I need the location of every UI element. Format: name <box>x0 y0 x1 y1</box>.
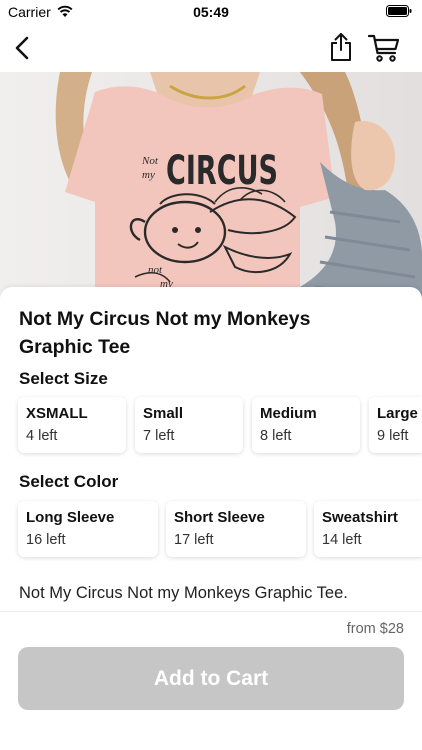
product-image[interactable]: Not my CIRCUS not my <box>0 72 422 312</box>
battery-icon <box>386 5 412 17</box>
size-option-name: Medium <box>260 405 317 422</box>
color-option-stock: 16 left <box>26 532 66 548</box>
product-title: Not My Circus Not my Monkeys Graphic Tee <box>19 308 311 358</box>
share-icon <box>331 33 351 61</box>
size-option-stock: 7 left <box>143 428 175 444</box>
size-option-stock: 9 left <box>377 428 409 444</box>
size-option-large[interactable]: Large 9 left <box>369 397 422 453</box>
svg-text:CIRCUS: CIRCUS <box>166 148 278 194</box>
status-time: 05:49 <box>193 4 229 20</box>
price-label: from $28 <box>346 621 404 637</box>
add-to-cart-button[interactable]: Add to Cart <box>18 647 404 710</box>
size-option-xsmall[interactable]: XSMALL 4 left <box>18 397 126 453</box>
back-button[interactable] <box>6 32 38 64</box>
color-option-sweatshirt[interactable]: Sweatshirt 14 left <box>314 501 422 557</box>
color-option-name: Sweatshirt <box>322 509 398 526</box>
size-option-name: Small <box>143 405 184 422</box>
select-color-heading: Select Color <box>19 472 119 491</box>
product-description: Not My Circus Not my Monkeys Graphic Tee… <box>19 584 348 602</box>
size-option-small[interactable]: Small 7 left <box>135 397 243 453</box>
nav-bar <box>0 24 422 72</box>
color-option-name: Short Sleeve <box>174 509 265 526</box>
cart-icon <box>368 34 400 62</box>
color-option-short-sleeve[interactable]: Short Sleeve 17 left <box>166 501 306 557</box>
size-option-medium[interactable]: Medium 8 left <box>252 397 360 453</box>
color-option-stock: 14 left <box>322 532 362 548</box>
select-size-heading: Select Size <box>19 369 108 388</box>
size-option-name: Large <box>377 405 418 422</box>
chevron-left-icon <box>15 36 29 60</box>
color-option-long-sleeve[interactable]: Long Sleeve 16 left <box>18 501 158 557</box>
svg-text:my: my <box>142 169 155 181</box>
bottom-bar: from $28 Add to Cart <box>0 611 422 750</box>
svg-text:Not: Not <box>141 155 159 167</box>
color-option-name: Long Sleeve <box>26 509 115 526</box>
product-details-sheet: Not My Circus Not my Monkeys Graphic Tee… <box>0 287 422 617</box>
product-photo: Not my CIRCUS not my <box>0 72 422 312</box>
size-option-stock: 4 left <box>26 428 58 444</box>
size-option-name: XSMALL <box>26 405 88 422</box>
size-option-stock: 8 left <box>260 428 292 444</box>
svg-text:not: not <box>148 264 163 276</box>
status-bar: Carrier 05:49 <box>0 0 422 24</box>
cart-button[interactable] <box>366 32 402 64</box>
share-button[interactable] <box>326 30 356 64</box>
color-option-stock: 17 left <box>174 532 214 548</box>
